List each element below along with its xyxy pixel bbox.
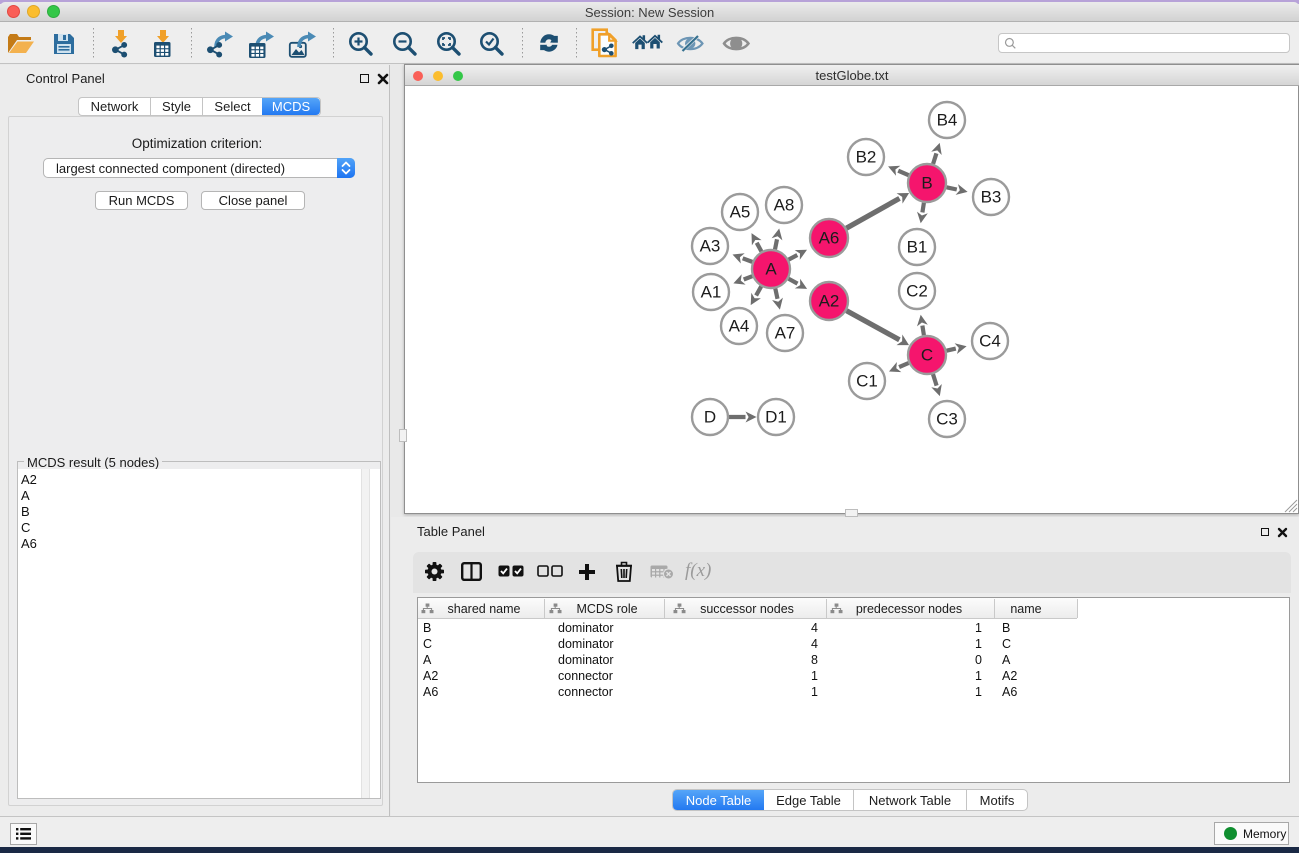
svg-text:C4: C4 <box>979 332 1001 351</box>
svg-text:D: D <box>704 408 716 427</box>
svg-text:C2: C2 <box>906 282 928 301</box>
svg-text:C3: C3 <box>936 410 958 429</box>
svg-text:A5: A5 <box>730 203 751 222</box>
svg-text:A1: A1 <box>701 283 722 302</box>
svg-text:A8: A8 <box>774 196 795 215</box>
svg-text:A6: A6 <box>819 229 840 248</box>
svg-text:C: C <box>921 346 933 365</box>
svg-text:B3: B3 <box>981 188 1002 207</box>
svg-text:B2: B2 <box>856 148 877 167</box>
svg-text:B1: B1 <box>907 238 928 257</box>
svg-text:A3: A3 <box>700 237 721 256</box>
svg-text:A7: A7 <box>775 324 796 343</box>
svg-text:C1: C1 <box>856 372 878 391</box>
svg-text:B: B <box>921 174 932 193</box>
svg-text:B4: B4 <box>937 111 958 130</box>
svg-text:A4: A4 <box>729 317 750 336</box>
svg-text:D1: D1 <box>765 408 787 427</box>
svg-text:A: A <box>765 260 777 279</box>
svg-text:A2: A2 <box>819 292 840 311</box>
